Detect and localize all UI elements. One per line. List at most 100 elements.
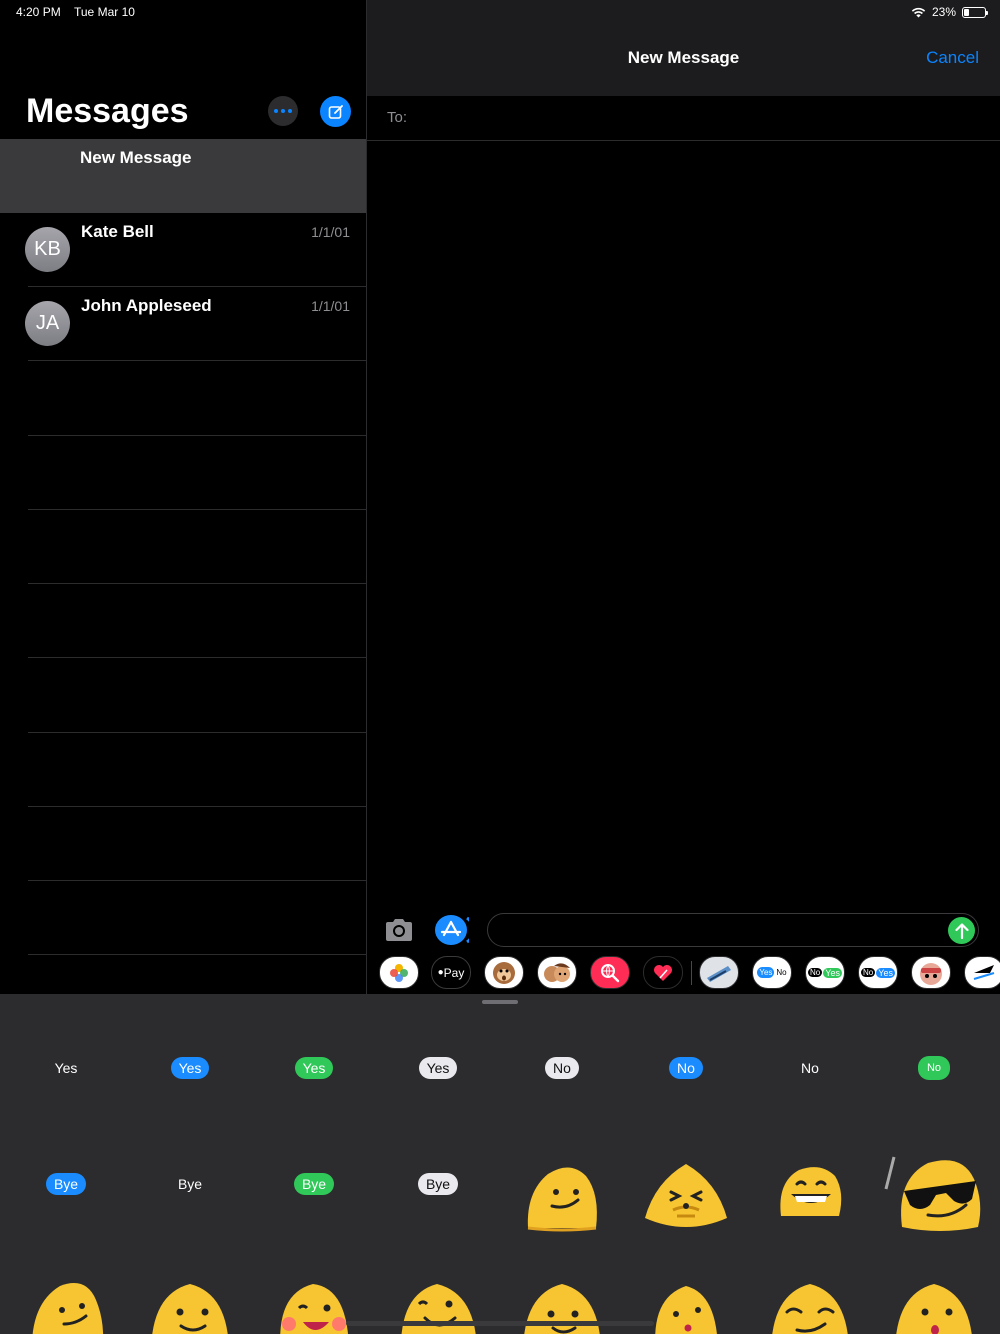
camera-button[interactable] [383, 916, 415, 944]
sticker-label: Yes [294, 1057, 334, 1079]
battery-icon [962, 6, 988, 18]
conversation-row[interactable]: JA John Appleseed 1/1/01 [0, 287, 366, 361]
sunglasses-blob-icon [884, 1156, 981, 1231]
sticker[interactable] [4, 1256, 128, 1334]
sticker-app-icon[interactable] [699, 956, 739, 989]
sticker[interactable] [748, 1256, 872, 1334]
digital-touch-icon[interactable] [643, 956, 683, 989]
web-search-icon[interactable] [590, 956, 630, 989]
arrow-up-icon [954, 922, 969, 939]
sticker[interactable]: No [624, 1010, 748, 1126]
divider [28, 435, 366, 436]
sticker-panel: Yes Yes Yes Yes No No No No Bye Bye Bye … [0, 994, 1000, 1334]
sticker[interactable] [500, 1134, 624, 1250]
sticker-label: No [669, 1057, 703, 1079]
compose-title: New Message [627, 48, 740, 67]
smirk-blob-icon [32, 1283, 104, 1334]
new-message-label: New Message [80, 148, 192, 167]
conversation-date: 1/1/01 [311, 298, 350, 314]
more-icon [274, 109, 278, 113]
avatar: JA [25, 301, 70, 346]
compose-button[interactable] [320, 96, 351, 127]
animoji-monkey-icon[interactable] [484, 956, 524, 989]
sticker[interactable]: No [748, 1010, 872, 1126]
more-options-button[interactable] [268, 96, 298, 126]
divider [28, 732, 366, 733]
battery-percent: 23% [931, 5, 956, 19]
no-label: No [808, 968, 823, 977]
sticker[interactable]: No [872, 1010, 996, 1126]
divider [28, 509, 366, 510]
sticker[interactable] [872, 1256, 996, 1334]
conversation-row[interactable]: KB Kate Bell 1/1/01 [0, 213, 366, 287]
sticker-label: Bye [417, 1173, 459, 1195]
app-store-button[interactable] [434, 914, 475, 946]
sticker-label: No [801, 1060, 819, 1076]
yes-label: Yes [876, 967, 895, 978]
sticker-label: Bye [45, 1173, 87, 1195]
divider [28, 583, 366, 584]
arrows-sticker-icon[interactable] [964, 956, 1000, 989]
apple-pay-label: Pay [443, 965, 465, 980]
divider [28, 806, 366, 807]
to-label: To: [387, 109, 408, 126]
no-yes-green-sticker-icon[interactable]: No Yes [805, 956, 845, 989]
divider [28, 880, 366, 881]
hug-blob-icon [645, 1164, 727, 1227]
compose-icon [328, 104, 343, 119]
sticker[interactable] [624, 1134, 748, 1250]
recipient-field[interactable]: To: [367, 96, 1000, 141]
character-sticker-icon[interactable] [911, 956, 951, 989]
status-date: Tue Mar 10 [74, 5, 135, 19]
sticker-label: Bye [293, 1173, 335, 1195]
no-yes-blue-sticker-icon[interactable]: No Yes [858, 956, 898, 989]
sticker-label: Yes [418, 1057, 458, 1079]
avatar: KB [25, 227, 70, 272]
divider [691, 961, 692, 985]
sticker[interactable]: Yes [252, 1010, 376, 1126]
sticker[interactable]: Yes [4, 1010, 128, 1126]
conversation-new-message[interactable]: New Message [0, 139, 366, 213]
yes-no-sticker-icon[interactable]: Yes No [752, 956, 792, 989]
wifi-icon [911, 7, 926, 17]
cancel-button[interactable]: Cancel [926, 48, 979, 68]
sticker[interactable]: No [500, 1010, 624, 1126]
sticker[interactable]: Bye [376, 1126, 500, 1242]
sticker[interactable]: Bye [4, 1126, 128, 1242]
sticker-label: No [545, 1057, 579, 1079]
divider [28, 954, 366, 955]
conversation-date: 1/1/01 [311, 224, 350, 240]
apple-pay-icon[interactable]: ● Pay [431, 956, 471, 989]
sticker[interactable] [748, 1134, 872, 1250]
contact-name: John Appleseed [81, 296, 212, 315]
camera-icon [386, 919, 412, 941]
status-time: 4:20 PM [16, 5, 61, 19]
app-store-icon [435, 915, 475, 945]
imessage-app-drawer: ● Pay Yes No No Yes No Yes [367, 953, 1000, 994]
no-label: No [861, 968, 876, 977]
sticker[interactable]: Bye [252, 1126, 376, 1242]
contact-name: Kate Bell [81, 222, 154, 241]
conversation-list-pane: Messages New Message KB Kate Bell 1/1/01… [0, 0, 366, 994]
home-indicator [346, 1321, 654, 1326]
sticker[interactable]: Yes [376, 1010, 500, 1126]
divider [28, 360, 366, 361]
sticker[interactable]: Bye [128, 1126, 252, 1242]
sticker[interactable]: Yes [128, 1010, 252, 1126]
pane-divider [366, 0, 367, 994]
sticker-label: Yes [54, 1060, 78, 1076]
status-bar: 4:20 PM Tue Mar 10 23% [0, 0, 1000, 24]
message-input[interactable] [487, 913, 979, 947]
yes-label: Yes [757, 967, 775, 978]
surprised-blob-icon [896, 1284, 972, 1334]
sticker[interactable] [872, 1134, 996, 1250]
sticker[interactable] [128, 1256, 252, 1334]
status-indicators: 23% [911, 5, 988, 19]
smile-blob-icon [152, 1284, 228, 1334]
photos-icon[interactable] [379, 956, 419, 989]
divider [28, 657, 366, 658]
panel-grabber[interactable] [482, 1000, 518, 1004]
send-button[interactable] [948, 917, 975, 944]
smirk-blob-icon [527, 1167, 597, 1232]
memoji-icon[interactable] [537, 956, 577, 989]
